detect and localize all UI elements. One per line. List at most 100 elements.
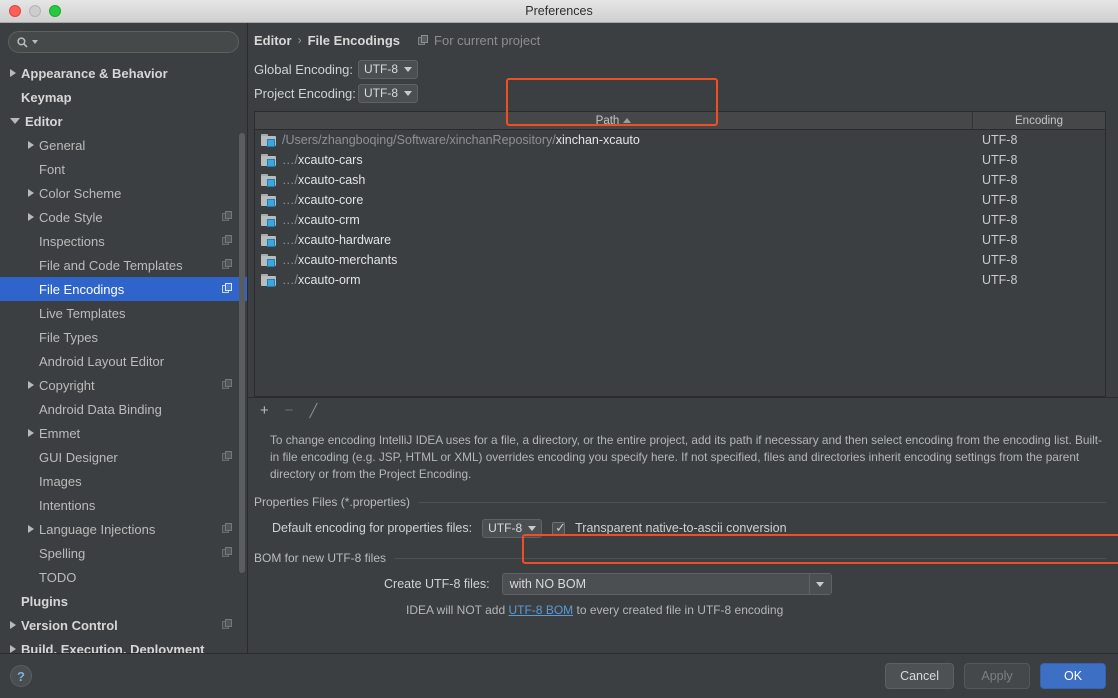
global-encoding-dropdown[interactable]: UTF-8 (358, 59, 418, 79)
sidebar-item-build-execution-deployment[interactable]: Build, Execution, Deployment (0, 637, 247, 653)
properties-files-body: Default encoding for properties files: U… (254, 509, 1106, 539)
search-box[interactable] (8, 31, 239, 53)
copy-settings-icon[interactable] (222, 235, 233, 246)
table-row[interactable]: …/xcauto-hardware UTF-8 (255, 230, 1105, 250)
sidebar-item-file-and-code-templates[interactable]: File and Code Templates (0, 253, 247, 277)
folder-icon (261, 173, 277, 187)
add-path-button[interactable]: + (260, 403, 269, 418)
sidebar-item-color-scheme[interactable]: Color Scheme (0, 181, 247, 205)
help-button[interactable]: ? (10, 665, 32, 687)
chevron-right-icon[interactable] (28, 381, 34, 389)
sidebar-item-editor[interactable]: Editor (0, 109, 247, 133)
search-area (0, 23, 247, 59)
chevron-right-icon[interactable] (28, 189, 34, 197)
table-cell-encoding[interactable]: UTF-8 (973, 273, 1105, 287)
chevron-down-icon[interactable] (10, 118, 20, 124)
sidebar-item-label: TODO (39, 569, 77, 585)
cancel-button[interactable]: Cancel (885, 663, 954, 689)
native-to-ascii-checkbox[interactable]: ✓ (552, 521, 566, 535)
table-row[interactable]: …/xcauto-merchants UTF-8 (255, 250, 1105, 270)
apply-button[interactable]: Apply (964, 663, 1030, 689)
sidebar-item-emmet[interactable]: Emmet (0, 421, 247, 445)
copy-settings-icon[interactable] (222, 523, 233, 534)
column-header-encoding[interactable]: Encoding (973, 112, 1105, 129)
copy-settings-icon[interactable] (222, 379, 233, 390)
table-row[interactable]: …/xcauto-core UTF-8 (255, 190, 1105, 210)
sidebar-item-android-data-binding[interactable]: Android Data Binding (0, 397, 247, 421)
table-row[interactable]: …/xcauto-cash UTF-8 (255, 170, 1105, 190)
sidebar-item-copyright[interactable]: Copyright (0, 373, 247, 397)
project-encoding-dropdown[interactable]: UTF-8 (358, 83, 418, 103)
table-row[interactable]: /Users/zhangboqing/Software/xinchanRepos… (255, 130, 1105, 150)
sidebar-item-images[interactable]: Images (0, 469, 247, 493)
table-row[interactable]: …/xcauto-cars UTF-8 (255, 150, 1105, 170)
chevron-right-icon[interactable] (28, 525, 34, 533)
table-header-row: Path Encoding (255, 112, 1105, 130)
sidebar-item-spelling[interactable]: Spelling (0, 541, 247, 565)
table-cell-encoding[interactable]: UTF-8 (973, 233, 1105, 247)
sidebar-item-file-encodings[interactable]: File Encodings (0, 277, 247, 301)
path-prefix: /Users/zhangboqing/Software/xinchanRepos… (282, 133, 556, 147)
sidebar-item-gui-designer[interactable]: GUI Designer (0, 445, 247, 469)
sidebar-item-label: Code Style (39, 209, 103, 225)
chevron-right-icon[interactable] (10, 645, 16, 653)
sidebar-item-code-style[interactable]: Code Style (0, 205, 247, 229)
folder-icon (261, 133, 277, 147)
table-row[interactable]: …/xcauto-orm UTF-8 (255, 270, 1105, 290)
sidebar-item-file-types[interactable]: File Types (0, 325, 247, 349)
table-row[interactable]: …/xcauto-crm UTF-8 (255, 210, 1105, 230)
sidebar-item-label: Android Data Binding (39, 401, 162, 417)
copy-settings-icon[interactable] (222, 259, 233, 270)
copy-settings-icon[interactable] (222, 211, 233, 222)
chevron-right-icon[interactable] (10, 621, 16, 629)
chevron-down-icon[interactable] (808, 574, 831, 594)
copy-settings-icon[interactable] (222, 283, 233, 294)
table-cell-encoding[interactable]: UTF-8 (973, 153, 1105, 167)
group-divider (394, 557, 1106, 559)
sidebar-item-inspections[interactable]: Inspections (0, 229, 247, 253)
table-cell-encoding[interactable]: UTF-8 (973, 173, 1105, 187)
copy-settings-icon[interactable] (222, 619, 233, 630)
table-cell-path: …/xcauto-core (255, 193, 973, 207)
window-title: Preferences (525, 4, 593, 18)
table-cell-encoding[interactable]: UTF-8 (973, 193, 1105, 207)
table-cell-path: …/xcauto-cars (255, 153, 973, 167)
default-properties-encoding-dropdown[interactable]: UTF-8 (482, 518, 543, 538)
sidebar-item-live-templates[interactable]: Live Templates (0, 301, 247, 325)
sidebar-item-language-injections[interactable]: Language Injections (0, 517, 247, 541)
sidebar-scrollbar[interactable] (239, 133, 245, 573)
copy-settings-icon[interactable] (222, 451, 233, 462)
table-cell-encoding[interactable]: UTF-8 (973, 213, 1105, 227)
edit-path-button[interactable]: ╱ (310, 404, 318, 417)
copy-settings-icon[interactable] (222, 547, 233, 558)
sidebar-item-android-layout-editor[interactable]: Android Layout Editor (0, 349, 247, 373)
create-utf8-dropdown[interactable]: with NO BOM (501, 573, 832, 595)
path-prefix: …/ (282, 213, 298, 227)
search-input[interactable] (38, 34, 230, 50)
ok-button[interactable]: OK (1040, 663, 1106, 689)
sidebar-item-keymap[interactable]: Keymap (0, 85, 247, 109)
sidebar-item-version-control[interactable]: Version Control (0, 613, 247, 637)
sidebar-item-plugins[interactable]: Plugins (0, 589, 247, 613)
sidebar-item-label: General (39, 137, 86, 153)
chevron-right-icon[interactable] (28, 213, 34, 221)
table-cell-encoding[interactable]: UTF-8 (973, 253, 1105, 267)
sidebar-item-todo[interactable]: TODO (0, 565, 247, 589)
window-body: Appearance & Behavior Keymap Editor General… (0, 23, 1118, 653)
sidebar-item-general[interactable]: General (0, 133, 247, 157)
chevron-right-icon[interactable] (28, 429, 34, 437)
utf8-bom-link[interactable]: UTF-8 BOM (508, 603, 573, 617)
sidebar-item-appearance-behavior[interactable]: Appearance & Behavior (0, 61, 247, 85)
sidebar-item-font[interactable]: Font (0, 157, 247, 181)
path-prefix: …/ (282, 193, 298, 207)
chevron-right-icon[interactable] (10, 69, 16, 77)
sidebar-item-intentions[interactable]: Intentions (0, 493, 247, 517)
column-header-path[interactable]: Path (255, 112, 973, 129)
settings-sidebar: Appearance & Behavior Keymap Editor General… (0, 23, 248, 653)
breadcrumb-parent[interactable]: Editor (254, 33, 292, 48)
chevron-right-icon[interactable] (28, 141, 34, 149)
remove-path-button[interactable]: − (285, 403, 294, 418)
table-cell-encoding[interactable]: UTF-8 (973, 133, 1105, 147)
